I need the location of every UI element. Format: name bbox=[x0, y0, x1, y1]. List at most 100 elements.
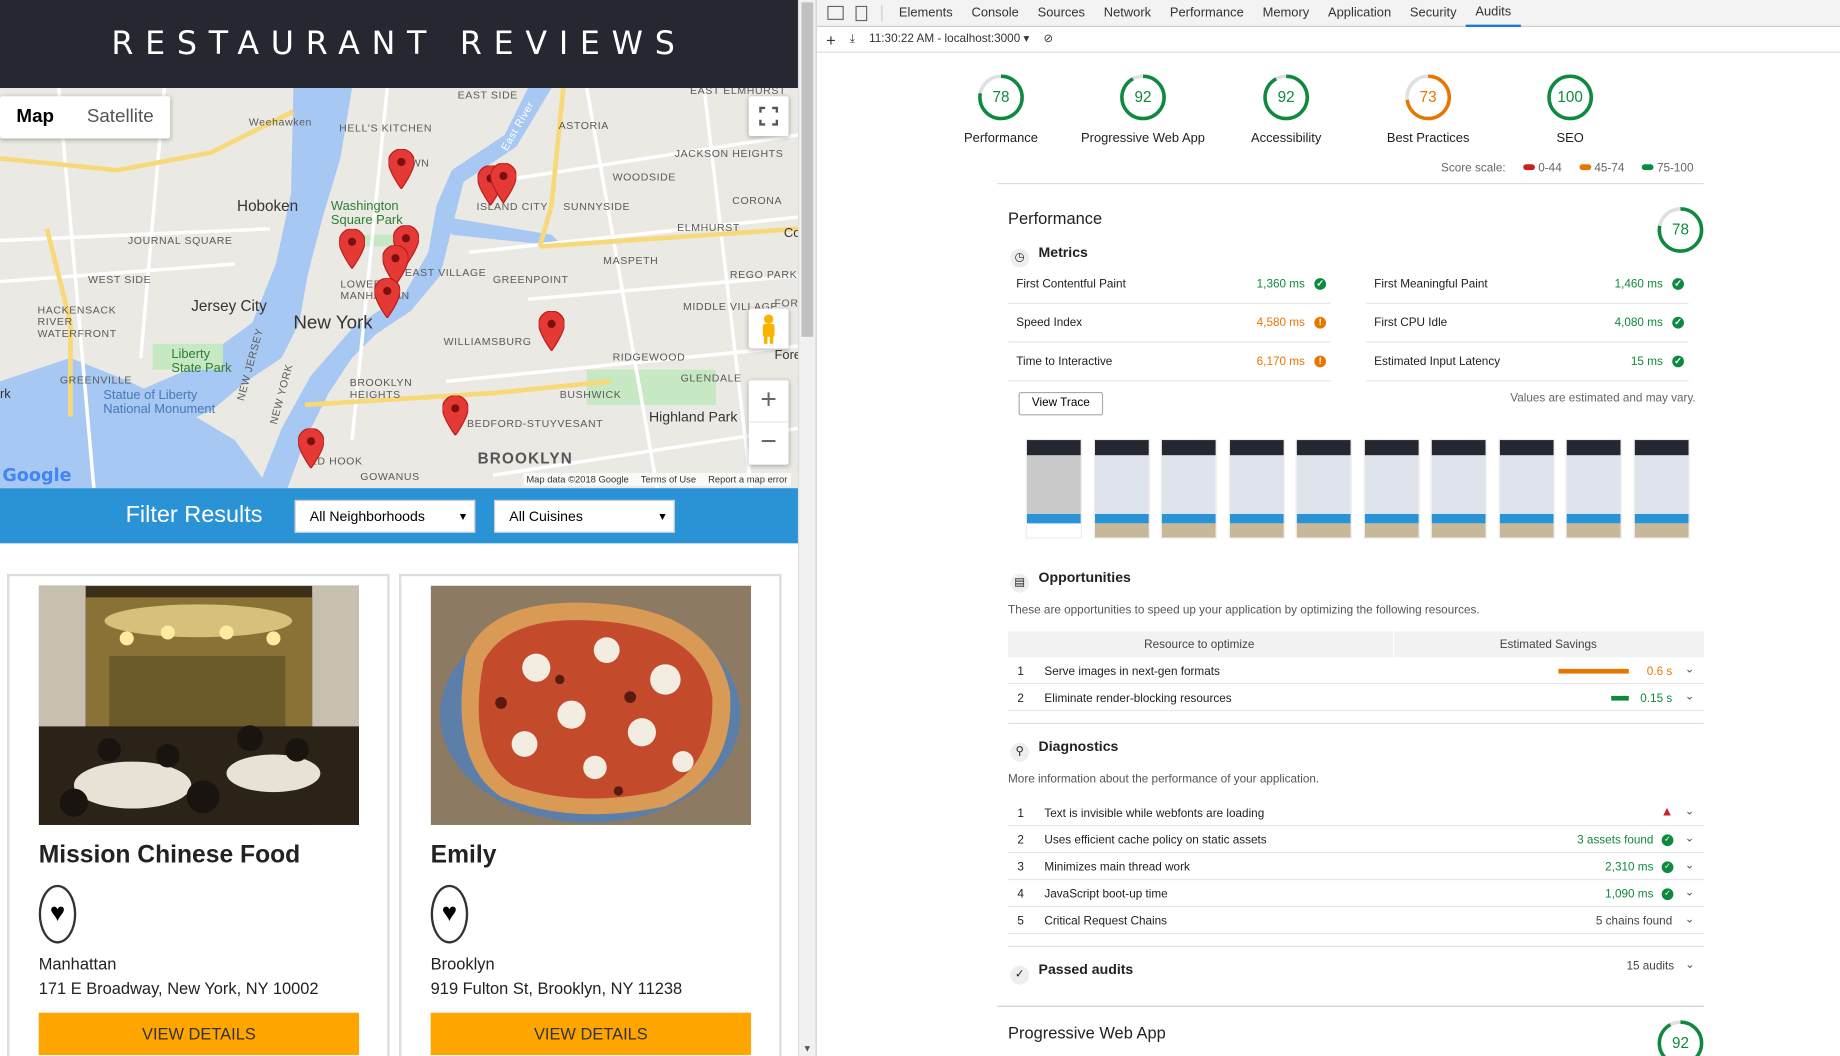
restaurant-name: Mission Chinese Food bbox=[38, 841, 301, 869]
report-selector[interactable]: 11:30:22 AM - localhost:3000 ▾ bbox=[869, 33, 1029, 46]
map-marker-icon[interactable] bbox=[490, 163, 517, 204]
map-label: GREENPOINT bbox=[492, 273, 569, 286]
map-type-map-button[interactable]: Map bbox=[0, 96, 70, 138]
map-marker-icon[interactable] bbox=[388, 149, 415, 189]
opportunity-row[interactable]: 1 Serve images in next-gen formats 0.6 s ⌄ bbox=[1008, 657, 1704, 685]
metric-row: Time to Interactive 6,170 ms! bbox=[1008, 343, 1331, 382]
pass-check-icon: ✓ bbox=[1661, 861, 1674, 874]
filmstrip-frame bbox=[1430, 438, 1487, 539]
devtools-panel: Elements Console Sources Network Perform… bbox=[815, 0, 1840, 1056]
metric-row: First Meaningful Paint 1,460 ms ✓ bbox=[1365, 265, 1689, 304]
map-label: REGO PARK bbox=[729, 268, 798, 281]
chevron-down-icon[interactable]: ⌄ bbox=[1685, 663, 1695, 676]
score-gauge-seo[interactable]: 100 SEO bbox=[1494, 73, 1647, 146]
divider bbox=[881, 4, 883, 22]
score-gauge-accessibility[interactable]: 92 Accessibility bbox=[1210, 73, 1363, 146]
street-view-pegman[interactable] bbox=[748, 308, 789, 349]
score-scale: Score scale: 0-44 45-74 75-100 bbox=[1441, 162, 1693, 175]
scale-range: 45-74 bbox=[1594, 161, 1625, 175]
favorite-toggle[interactable]: ♥ bbox=[430, 884, 469, 944]
metric-value: 4,580 ms bbox=[1256, 316, 1305, 330]
fullscreen-icon bbox=[759, 106, 779, 126]
page-scrollbar[interactable]: ▼ bbox=[797, 0, 816, 1056]
map-label: JACKSON HEIGHTS bbox=[674, 147, 784, 160]
diagnostics-description: More information about the performance o… bbox=[1008, 773, 1320, 787]
cuisine-select[interactable]: All Cuisines ▼ bbox=[494, 499, 675, 533]
gauge-score: 92 bbox=[1135, 89, 1152, 106]
divider bbox=[1008, 722, 1704, 725]
tab-security[interactable]: Security bbox=[1401, 0, 1466, 26]
map-terms-link[interactable]: Terms of Use bbox=[641, 474, 696, 485]
diagnostic-row[interactable]: 1 Text is invisible while webfonts are lo… bbox=[1008, 799, 1704, 827]
tab-memory[interactable]: Memory bbox=[1253, 0, 1318, 26]
map[interactable]: Weehawken HELL'S KITCHEN EAST SIDE EAST … bbox=[0, 88, 798, 489]
fullscreen-button[interactable] bbox=[748, 96, 789, 137]
row-index: 5 bbox=[1017, 915, 1024, 929]
map-marker-icon[interactable] bbox=[374, 278, 401, 319]
tab-application[interactable]: Application bbox=[1319, 0, 1401, 26]
col-resource: Resource to optimize bbox=[1144, 638, 1255, 652]
map-marker-icon[interactable] bbox=[339, 228, 365, 269]
view-trace-button[interactable]: View Trace bbox=[1018, 391, 1104, 416]
view-details-button[interactable]: VIEW DETAILS bbox=[430, 1012, 752, 1055]
row-index: 2 bbox=[1017, 834, 1024, 848]
diagnostic-row[interactable]: 2 Uses efficient cache policy on static a… bbox=[1008, 826, 1704, 854]
tab-network[interactable]: Network bbox=[1094, 0, 1160, 26]
score-gauge-performance[interactable]: 78 Performance bbox=[925, 73, 1078, 146]
favorite-toggle[interactable]: ♥ bbox=[38, 884, 77, 944]
clear-icon[interactable]: ⊘ bbox=[1043, 33, 1053, 46]
tab-audits[interactable]: Audits bbox=[1465, 0, 1521, 27]
map-label: Co bbox=[783, 226, 798, 241]
map-marker-icon[interactable] bbox=[298, 428, 324, 469]
row-index: 4 bbox=[1017, 888, 1024, 902]
map-label: ASTORIA bbox=[558, 119, 609, 132]
neighborhood-select[interactable]: All Neighborhoods ▼ bbox=[294, 499, 476, 533]
zoom-in-button[interactable]: + bbox=[748, 380, 789, 423]
chevron-down-icon[interactable]: ⌄ bbox=[1685, 959, 1695, 972]
scale-range: 75-100 bbox=[1656, 161, 1694, 175]
map-label: Statue of Liberty National Monument bbox=[103, 388, 216, 417]
map-marker-icon[interactable] bbox=[442, 395, 469, 436]
diagnostic-row[interactable]: 5 Critical Request Chains 5 chains found ⌄ bbox=[1008, 907, 1704, 935]
gauge-ring: 92 bbox=[1120, 74, 1166, 121]
map-label: GREENVILLE bbox=[59, 374, 133, 387]
download-report-icon[interactable]: ⤓ bbox=[850, 33, 855, 46]
chevron-down-icon[interactable]: ⌄ bbox=[1685, 805, 1695, 818]
map-label: BROOKLYN HEIGHTS bbox=[349, 376, 413, 401]
tab-console[interactable]: Console bbox=[962, 0, 1028, 26]
metrics-header: ◷ Metrics bbox=[1010, 244, 1088, 268]
tab-sources[interactable]: Sources bbox=[1028, 0, 1094, 26]
tab-elements[interactable]: Elements bbox=[890, 0, 963, 26]
scroll-down-arrow-icon[interactable]: ▼ bbox=[803, 1043, 812, 1054]
tab-performance[interactable]: Performance bbox=[1160, 0, 1253, 26]
scrollbar-thumb[interactable] bbox=[801, 2, 814, 337]
chevron-down-icon[interactable]: ⌄ bbox=[1685, 913, 1695, 926]
metric-name: Time to Interactive bbox=[1016, 355, 1113, 369]
diagnostic-row[interactable]: 4 JavaScript boot-up time 1,090 ms ✓ ⌄ bbox=[1008, 880, 1704, 908]
chevron-down-icon[interactable]: ⌄ bbox=[1685, 690, 1695, 703]
map-label: MASPETH bbox=[603, 254, 659, 267]
gauge-ring: 100 bbox=[1547, 74, 1594, 121]
new-audit-icon[interactable]: + bbox=[826, 30, 836, 49]
inspect-element-icon[interactable] bbox=[827, 5, 844, 20]
diagnostic-value: 5 chains found bbox=[1595, 915, 1673, 929]
score-gauge-best-practices[interactable]: 73 Best Practices bbox=[1352, 73, 1505, 146]
device-toolbar-icon[interactable] bbox=[855, 5, 868, 21]
metric-value: 15 ms bbox=[1630, 355, 1663, 369]
map-type-satellite-button[interactable]: Satellite bbox=[70, 96, 170, 138]
chevron-down-icon[interactable]: ⌄ bbox=[1685, 886, 1695, 899]
diagnostic-row[interactable]: 3 Minimizes main thread work 2,310 ms ✓ ⌄ bbox=[1008, 853, 1704, 881]
diagnostic-title: JavaScript boot-up time bbox=[1044, 888, 1168, 902]
opportunity-row[interactable]: 2 Eliminate render-blocking resources 0.15… bbox=[1008, 684, 1704, 712]
map-marker-icon[interactable] bbox=[538, 310, 565, 351]
chevron-down-icon[interactable]: ⌄ bbox=[1685, 859, 1695, 872]
zoom-out-button[interactable]: − bbox=[749, 422, 789, 464]
map-label: WOODSIDE bbox=[612, 171, 676, 184]
passed-audits-header[interactable]: ✓ Passed audits bbox=[1010, 961, 1133, 985]
chevron-down-icon[interactable]: ⌄ bbox=[1685, 832, 1695, 845]
score-gauge-progressive-web-app[interactable]: 92 Progressive Web App bbox=[1067, 73, 1220, 146]
map-label: BUSHWICK bbox=[559, 388, 622, 401]
view-details-button[interactable]: VIEW DETAILS bbox=[38, 1012, 360, 1055]
gauge-score: 73 bbox=[1420, 89, 1437, 106]
map-report-link[interactable]: Report a map error bbox=[708, 474, 787, 485]
